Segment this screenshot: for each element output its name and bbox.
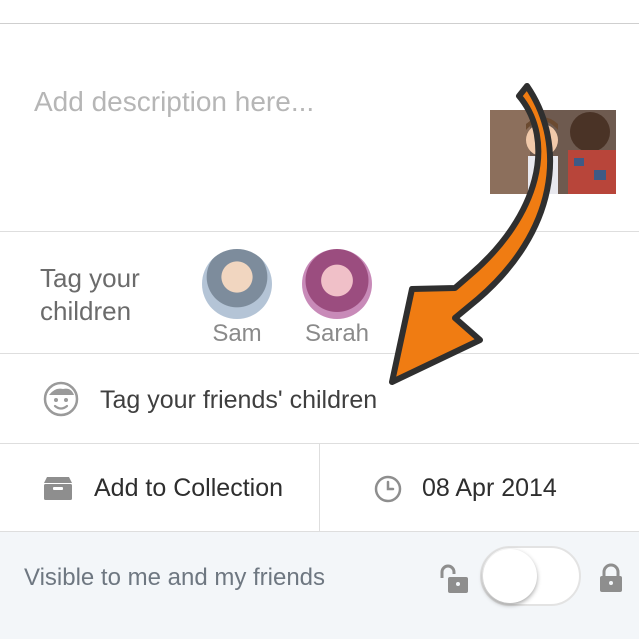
locked-icon (600, 563, 622, 592)
avatar (202, 249, 272, 319)
child-avatar-sam[interactable]: Sam (192, 249, 282, 348)
avatar (302, 249, 372, 319)
smiley-face-icon (43, 381, 79, 417)
visibility-label: Visible to me and my friends (24, 564, 326, 591)
child-name: Sarah (304, 320, 370, 347)
divider (0, 231, 639, 232)
clock-icon (374, 475, 402, 503)
date-picker-button[interactable]: 08 Apr 2014 (320, 444, 639, 531)
child-avatar-sarah[interactable]: Sarah (292, 249, 382, 348)
description-area (0, 24, 639, 231)
add-to-collection-label: Add to Collection (94, 474, 284, 502)
child-name: Sam (212, 320, 262, 347)
unlocked-icon (440, 564, 468, 593)
photo-thumbnail[interactable] (490, 110, 616, 194)
add-to-collection-button[interactable]: Add to Collection (0, 444, 319, 531)
tag-friends-children-label: Tag your friends' children (100, 386, 378, 414)
tag-friends-children-row[interactable]: Tag your friends' children (0, 354, 639, 443)
box-icon (44, 477, 72, 500)
tag-children-label: Tag your children (40, 263, 140, 326)
toggle-knob[interactable] (483, 549, 537, 603)
visibility-row: Visible to me and my friends (0, 532, 639, 639)
visibility-toggle[interactable] (480, 546, 581, 606)
description-input[interactable] (34, 86, 454, 118)
date-label: 08 Apr 2014 (422, 474, 557, 502)
